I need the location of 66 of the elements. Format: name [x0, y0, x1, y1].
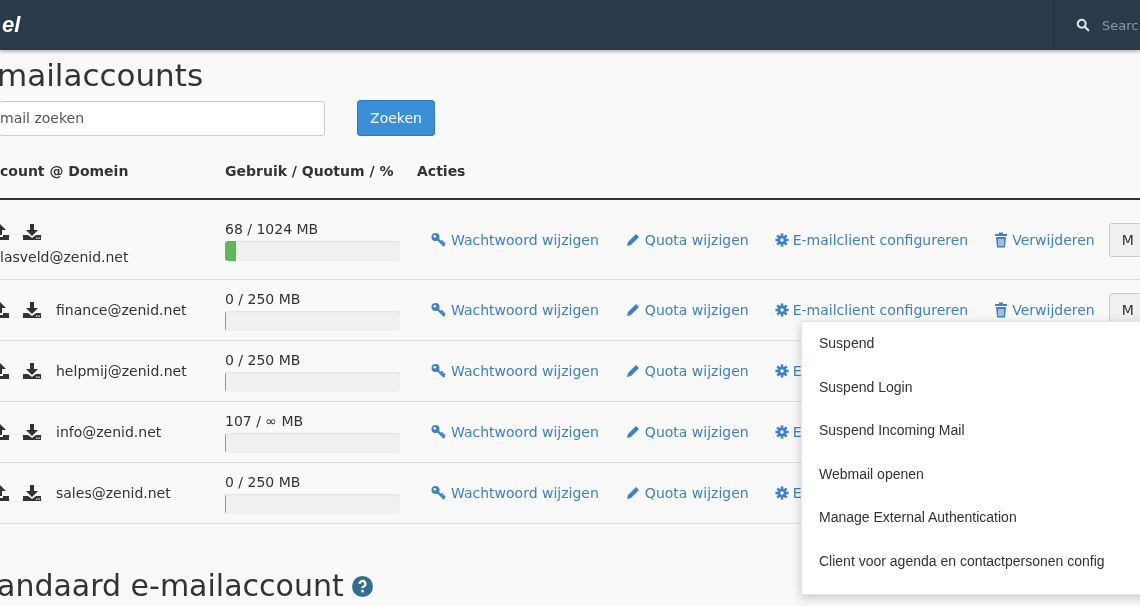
settings-icon [774, 486, 789, 500]
change-password-link[interactable]: Wachtwoord wijzigen [430, 231, 599, 248]
menu-item[interactable]: Suspend [802, 327, 1140, 371]
pencil-icon [624, 231, 641, 248]
change-password-link[interactable]: Wachtwoord wijzigen [430, 485, 599, 501]
download-icon[interactable] [22, 301, 42, 319]
column-header: count @ Domein [0, 163, 130, 179]
menu-item[interactable]: Webmail openen [802, 457, 1140, 502]
configure-client-link[interactable]: E [774, 485, 802, 501]
logo: el [2, 12, 21, 38]
menu-item[interactable]: Suspend Login [802, 370, 1140, 415]
page-title: mailaccounts [0, 56, 205, 95]
change-quota-link[interactable]: Quota wijzigen [624, 302, 749, 318]
menu-item[interactable]: Suspend Incoming Mail [802, 414, 1140, 458]
trash-icon [994, 231, 1009, 248]
column-header: Acties [417, 163, 467, 179]
configure-client-link[interactable]: E [774, 424, 802, 440]
email-address: helpmij@zenid.net [56, 363, 187, 379]
download-icon[interactable] [22, 423, 42, 441]
change-password-link[interactable]: Wachtwoord wijzigen [430, 302, 599, 318]
key-icon [430, 424, 447, 440]
delete-link[interactable]: Verwijderen [994, 302, 1095, 318]
settings-icon [774, 303, 789, 317]
usage-text: 0 / 250 MB [225, 291, 302, 307]
settings-icon [774, 425, 789, 439]
usage-text: 0 / 250 MB [225, 474, 302, 490]
key-icon [430, 302, 447, 318]
menu-item[interactable]: Client voor agenda en contactpersonen config [802, 544, 1140, 589]
change-quota-link[interactable]: Quota wijzigen [624, 231, 749, 248]
download-icon[interactable] [22, 484, 42, 502]
key-icon [430, 231, 447, 248]
change-password-link[interactable]: Wachtwoord wijzigen [430, 363, 599, 379]
usage-text: 0 / 250 MB [225, 352, 302, 368]
pencil-icon [624, 485, 641, 501]
change-quota-link[interactable]: Quota wijzigen [624, 424, 749, 440]
email-address: sales@zenid.net [56, 485, 171, 501]
email-address: info@zenid.net [56, 424, 162, 440]
more-button[interactable]: M [1108, 222, 1140, 257]
email-address: finance@zenid.net [56, 302, 187, 318]
pencil-icon [624, 424, 641, 440]
search-icon[interactable] [1076, 18, 1090, 32]
settings-icon [774, 364, 789, 378]
pencil-icon [624, 302, 641, 318]
column-header: Gebruik / Quotum / % [225, 163, 395, 179]
download-icon[interactable] [22, 362, 42, 380]
usage-text: 68 / 1024 MB [225, 220, 320, 237]
menu-item[interactable]: Manage External Authentication [802, 501, 1140, 545]
change-password-link[interactable]: Wachtwoord wijzigen [430, 424, 599, 440]
change-quota-link[interactable]: Quota wijzigen [624, 485, 749, 501]
settings-icon [774, 232, 789, 247]
email-address: lasveld@zenid.net [0, 248, 130, 265]
search-field[interactable]: Searc [1102, 17, 1140, 33]
delete-link[interactable]: Verwijderen [994, 231, 1095, 248]
email-search-field[interactable]: mail zoeken [0, 100, 325, 136]
search-button[interactable]: Zoeken [357, 100, 435, 136]
pencil-icon [624, 363, 641, 379]
key-icon [430, 485, 447, 501]
key-icon [430, 363, 447, 379]
usage-text: 107 / ∞ MB [225, 413, 305, 429]
configure-client-link[interactable]: E-mailclient configureren [774, 302, 969, 318]
trash-icon [994, 302, 1009, 318]
download-icon[interactable] [22, 222, 42, 241]
help-icon[interactable] [351, 575, 373, 597]
configure-client-link[interactable]: E [774, 363, 802, 379]
configure-client-link[interactable]: E-mailclient configureren [774, 231, 969, 248]
change-quota-link[interactable]: Quota wijzigen [624, 363, 749, 379]
